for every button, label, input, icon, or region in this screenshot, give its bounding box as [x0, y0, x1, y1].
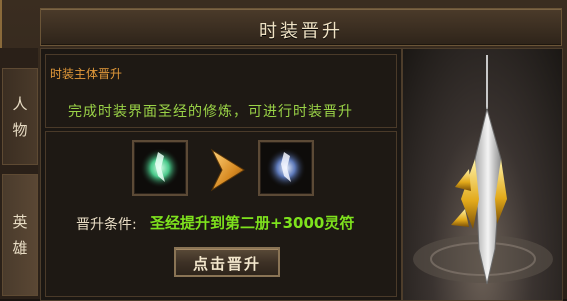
side-tabs: 人 物 英 雄	[0, 48, 38, 299]
condition-label: 晋升条件:	[76, 217, 137, 233]
sword-preview-icon	[413, 55, 553, 285]
condition-value: 圣经提升到第二册+3000灵符	[150, 214, 355, 232]
next-item-slot[interactable]	[258, 140, 314, 196]
tab-character-char-1: 人	[12, 94, 28, 113]
section-label: 时装主体晋升	[50, 67, 123, 81]
tab-hero[interactable]: 英 雄	[2, 174, 38, 296]
main-panel: 时装主体晋升 完成时装界面圣经的修炼，可进行时装晋升 晋升条件: 圣经提升到第二…	[40, 48, 402, 301]
fashion-item-upgraded-icon	[266, 148, 306, 188]
tab-character[interactable]: 人 物	[2, 68, 38, 165]
fashion-item-icon	[140, 148, 180, 188]
item-preview-panel	[402, 48, 563, 301]
section-description: 完成时装界面圣经的修炼，可进行时装晋升	[68, 104, 353, 120]
window-title: 时装晋升	[259, 21, 343, 42]
current-item-slot[interactable]	[132, 140, 188, 196]
chevron-right-arrow-icon	[210, 148, 245, 192]
subheader-panel: 时装主体晋升 完成时装界面圣经的修炼，可进行时装晋升	[45, 54, 397, 128]
upgrade-button[interactable]: 点击晋升	[174, 247, 280, 277]
upgrade-panel: 晋升条件: 圣经提升到第二册+3000灵符 点击晋升	[45, 131, 397, 297]
tab-hero-char-2: 雄	[12, 239, 28, 257]
tab-character-char-2: 物	[12, 120, 28, 139]
title-bar: 时装晋升	[40, 8, 562, 46]
tab-hero-char-1: 英	[12, 213, 28, 231]
